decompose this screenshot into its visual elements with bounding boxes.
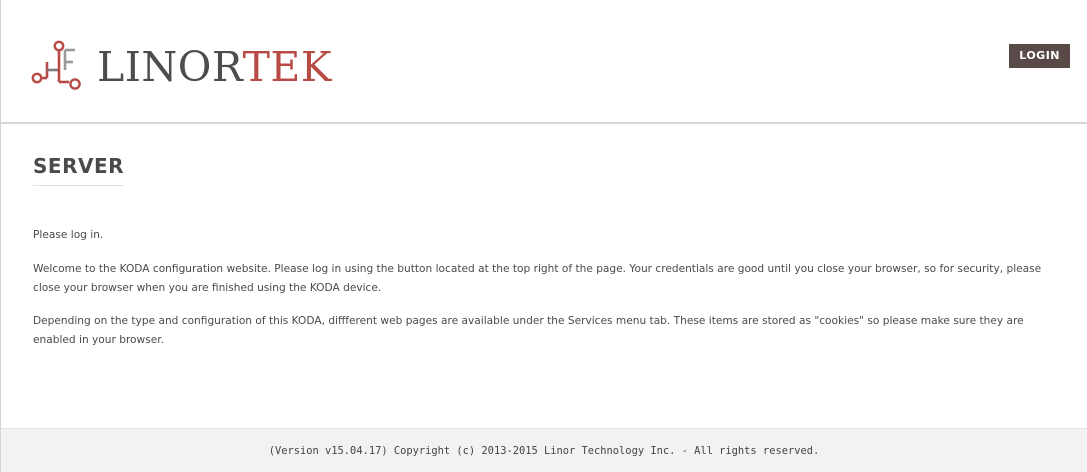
circuit-logo-icon: [31, 40, 89, 92]
logo-text-tek: TEK: [242, 42, 332, 91]
login-prompt-text: Please log in.: [33, 229, 104, 241]
header: LINORTEK LOGIN: [1, 0, 1087, 124]
copyright-text: (Version v15.04.17) Copyright (c) 2013-2…: [268, 445, 820, 457]
cookies-info-text: Depending on the type and configuration …: [33, 315, 1024, 346]
page-title: SERVER: [33, 154, 125, 186]
page: LINORTEK LOGIN SERVER Please log in. Wel…: [0, 0, 1087, 472]
welcome-text: Welcome to the KODA configuration websit…: [33, 263, 1042, 294]
main-content: SERVER Please log in. Welcome to the KOD…: [33, 154, 1063, 346]
linortek-logo[interactable]: LINORTEK: [31, 26, 332, 106]
logo-wordmark: LINORTEK: [97, 46, 332, 88]
logo-text-linor: LINOR: [97, 42, 243, 91]
footer: (Version v15.04.17) Copyright (c) 2013-2…: [1, 428, 1087, 472]
login-button[interactable]: LOGIN: [1009, 44, 1070, 68]
